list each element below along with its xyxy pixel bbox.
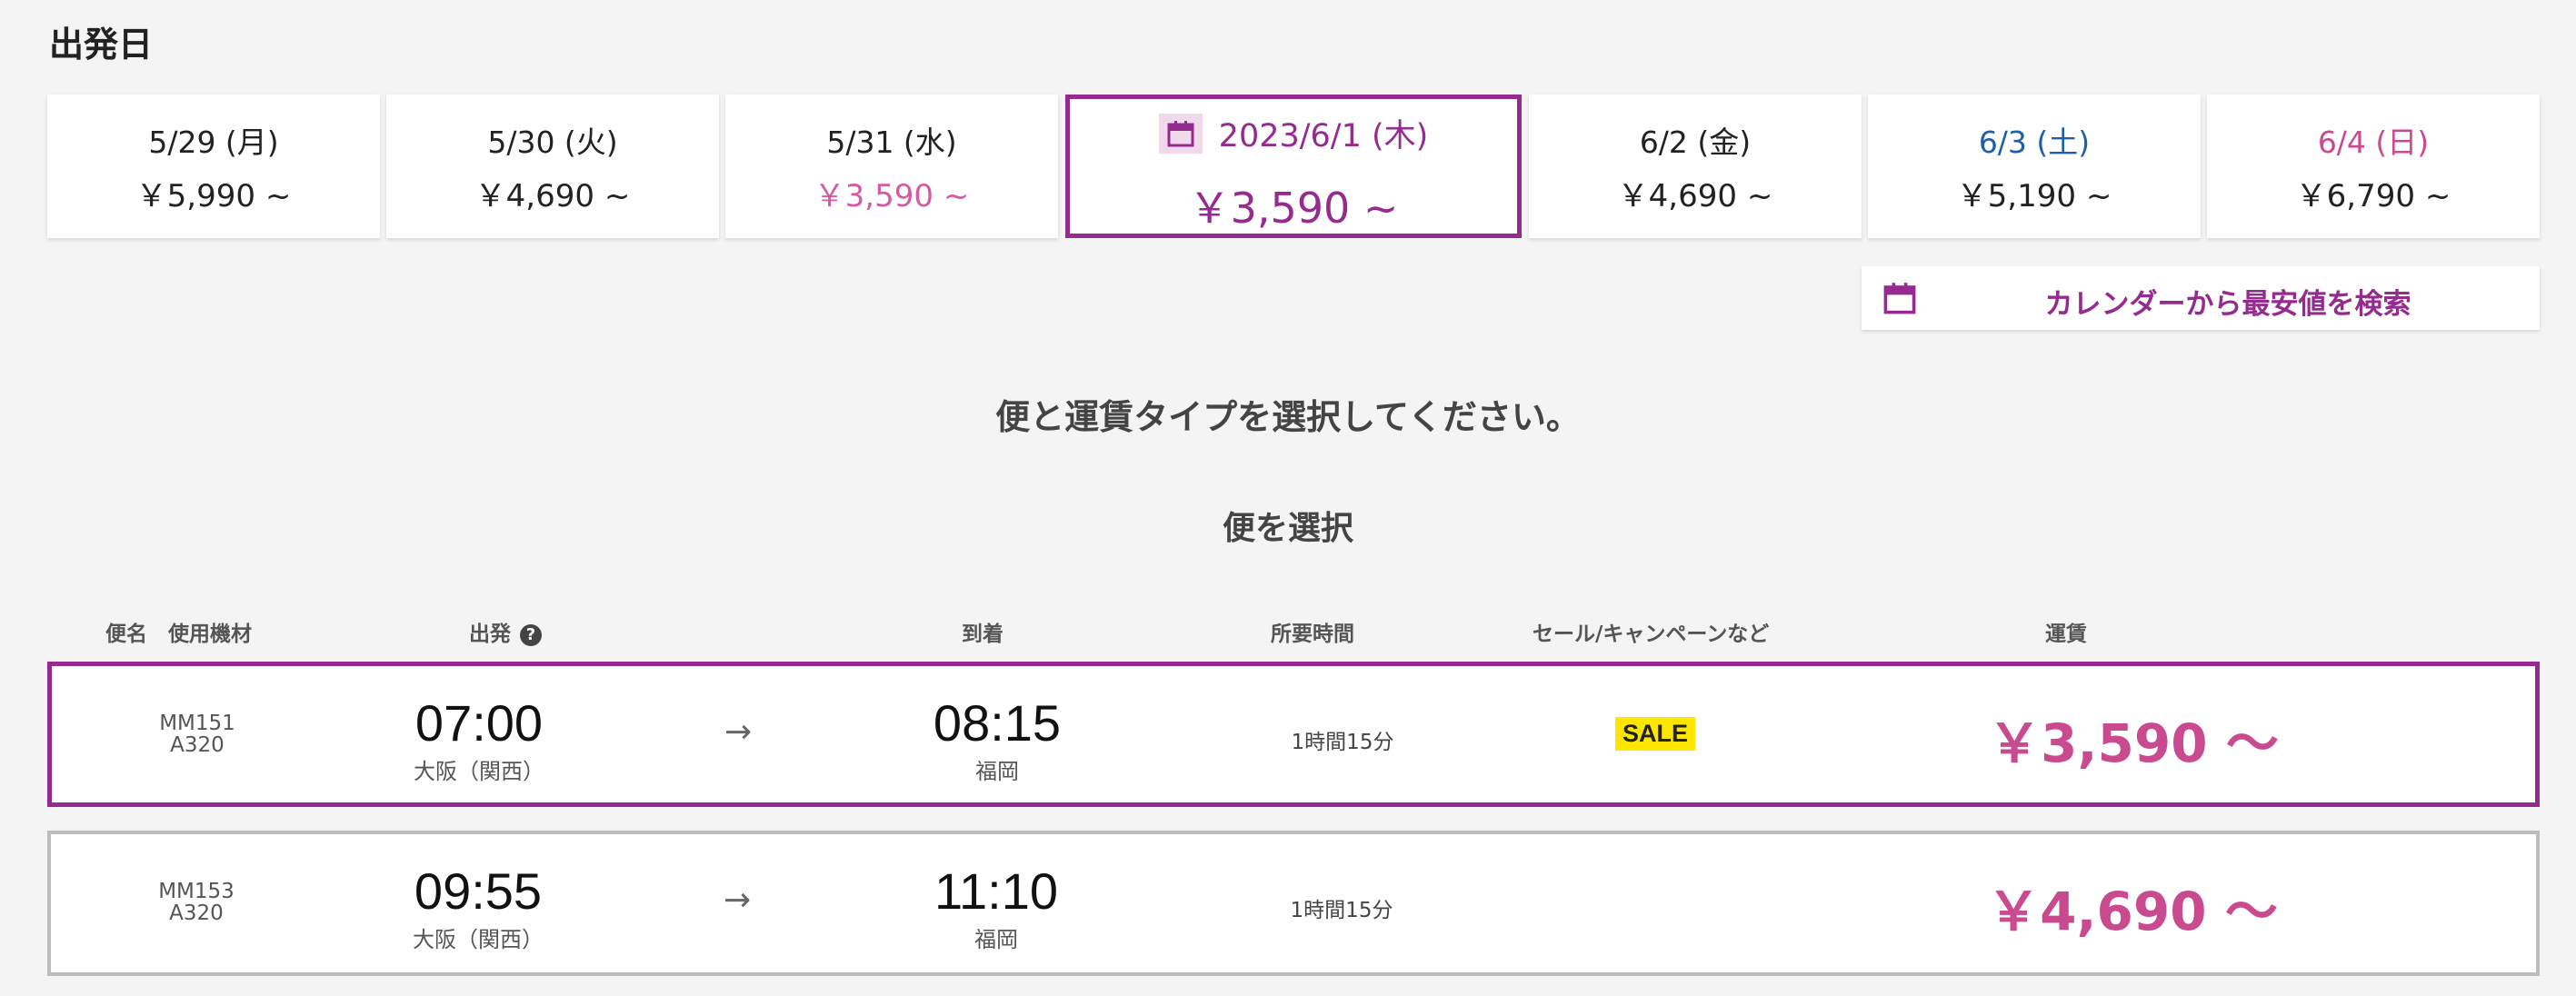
flight-duration: 1時間15分 bbox=[1291, 731, 1394, 754]
arrival-city: 福岡 bbox=[975, 759, 1019, 784]
date-price: ￥3,590 ~ bbox=[814, 178, 970, 214]
date-card-0603[interactable]: 6/3 (土) ￥5,190 ~ bbox=[1868, 95, 2201, 238]
col-header-arrival: 到着 bbox=[962, 622, 1003, 646]
calendar-search-label: カレンダーから最安値を検索 bbox=[2044, 288, 2411, 321]
date-card-0530[interactable]: 5/30 (火) ￥4,690 ~ bbox=[386, 95, 719, 238]
date-price: ￥5,190 ~ bbox=[1956, 178, 2112, 214]
instruction-text: 便と運賃タイプを選択してください。 bbox=[995, 397, 1581, 437]
col-header-sale: セール/キャンペーンなど bbox=[1533, 622, 1770, 646]
arrow-right-icon: → bbox=[724, 881, 752, 919]
flight-number: MM153 bbox=[158, 880, 235, 903]
date-card-0529[interactable]: 5/29 (月) ￥5,990 ~ bbox=[47, 95, 380, 238]
departure-city: 大阪（関西） bbox=[413, 927, 544, 952]
date-price: ￥3,590 ~ bbox=[1188, 184, 1399, 233]
selected-date-text: 2023/6/1 (木) bbox=[1218, 118, 1429, 154]
fare-price[interactable]: ￥3,590 〜 bbox=[1888, 701, 2379, 777]
date-label: 5/29 (月) bbox=[148, 124, 279, 160]
date-label: 6/3 (土) bbox=[1978, 124, 2091, 160]
col-header-fare: 運賃 bbox=[2045, 622, 2087, 646]
date-label: 5/31 (水) bbox=[826, 124, 957, 160]
date-card-0604[interactable]: 6/4 (日) ￥6,790 ~ bbox=[2207, 95, 2540, 238]
flight-number: MM151 bbox=[159, 712, 235, 735]
col-header-flight-aircraft: 便名 使用機材 bbox=[105, 622, 252, 646]
date-card-0602[interactable]: 6/2 (金) ￥4,690 ~ bbox=[1529, 95, 1862, 238]
col-header-departure-label: 出発 bbox=[469, 622, 511, 646]
arrow-right-icon: → bbox=[724, 713, 753, 751]
arrival-time: 11:10 bbox=[934, 862, 1058, 920]
sale-badge: SALE bbox=[1615, 717, 1696, 751]
flight-row-mm153[interactable]: MM153 A320 09:55 大阪（関西） → 11:10 福岡 1時間15… bbox=[47, 831, 2540, 976]
date-price: ￥4,690 ~ bbox=[1617, 178, 1773, 214]
date-price: ￥6,790 ~ bbox=[2295, 178, 2451, 214]
date-label: 6/2 (金) bbox=[1639, 124, 1752, 160]
departure-time: 07:00 bbox=[414, 694, 544, 752]
date-label: 5/30 (火) bbox=[487, 124, 618, 160]
col-header-duration: 所要時間 bbox=[1271, 622, 1354, 646]
date-selector: 5/29 (月) ￥5,990 ~ 5/30 (火) ￥4,690 ~ 5/31… bbox=[47, 95, 2540, 238]
date-label: 6/4 (日) bbox=[2317, 124, 2430, 160]
departure-time: 09:55 bbox=[414, 862, 543, 920]
date-label: 2023/6/1 (木) bbox=[1070, 110, 1517, 157]
flight-row-mm151[interactable]: MM151 A320 07:00 大阪（関西） → 08:15 福岡 1時間15… bbox=[47, 662, 2540, 807]
arrival-time: 08:15 bbox=[933, 694, 1062, 752]
departure-city: 大阪（関西） bbox=[414, 759, 544, 784]
date-card-0601-selected[interactable]: 2023/6/1 (木) ￥3,590 ~ bbox=[1065, 95, 1522, 238]
fare-price[interactable]: ￥4,690 〜 bbox=[1887, 869, 2378, 945]
col-header-departure: 出発? bbox=[469, 616, 542, 647]
date-price: ￥5,990 ~ bbox=[135, 178, 292, 214]
aircraft-type: A320 bbox=[169, 901, 224, 925]
date-card-0531[interactable]: 5/31 (水) ￥3,590 ~ bbox=[725, 95, 1058, 238]
help-icon[interactable]: ? bbox=[520, 623, 542, 646]
calendar-search-button[interactable]: カレンダーから最安値を検索 bbox=[1862, 266, 2540, 330]
date-price: ￥4,690 ~ bbox=[474, 178, 631, 214]
flight-duration: 1時間15分 bbox=[1290, 899, 1393, 922]
arrival-city: 福岡 bbox=[974, 927, 1018, 952]
calendar-icon bbox=[1158, 114, 1203, 154]
aircraft-type: A320 bbox=[170, 733, 225, 757]
section-title: 出発日 bbox=[49, 25, 154, 65]
flight-select-heading: 便を選択 bbox=[1222, 510, 1353, 547]
